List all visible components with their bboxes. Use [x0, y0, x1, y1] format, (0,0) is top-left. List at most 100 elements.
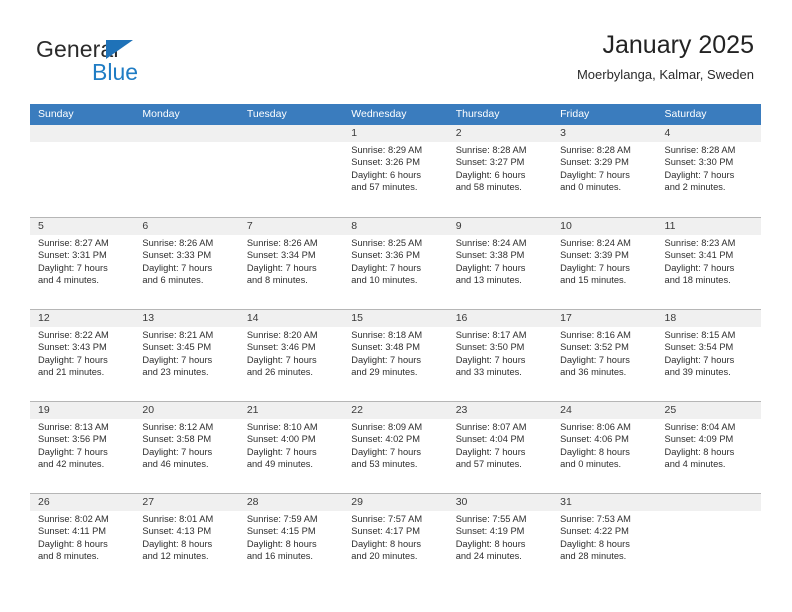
day-cell-10[interactable]: 10 Sunrise: 8:24 AM Sunset: 3:39 PM Dayligh… [552, 218, 657, 309]
day-detail-line: Sunrise: 8:13 AM [38, 422, 109, 432]
day-detail-line: and 12 minutes. [142, 550, 209, 561]
day-details: Sunrise: 8:18 AM Sunset: 3:48 PM Daylight:… [343, 327, 447, 378]
day-detail-line: Sunrise: 8:18 AM [351, 330, 423, 340]
day-cell-20[interactable]: 20 Sunrise: 8:12 AM Sunset: 3:58 PM Dayligh… [134, 402, 239, 493]
day-detail-line: Sunrise: 7:59 AM [246, 514, 318, 524]
day-detail-line: Daylight: 6 hours [455, 169, 526, 180]
day-detail-line: Daylight: 7 hours [38, 262, 108, 273]
day-detail-line: Sunrise: 8:21 AM [142, 330, 214, 340]
day-detail-line: Daylight: 7 hours [560, 169, 630, 180]
day-detail-line: Daylight: 7 hours [246, 446, 317, 457]
weekday-header-sunday: Sunday [38, 108, 74, 120]
day-cell-29[interactable]: 29 Sunrise: 7:57 AM Sunset: 4:17 PM Dayligh… [343, 494, 448, 585]
day-detail-line: Sunrise: 8:17 AM [455, 330, 527, 340]
day-detail-line: and 21 minutes. [38, 366, 105, 377]
day-cell-15[interactable]: 15 Sunrise: 8:18 AM Sunset: 3:48 PM Dayligh… [343, 310, 448, 401]
day-cell-27[interactable]: 27 Sunrise: 8:01 AM Sunset: 4:13 PM Dayligh… [134, 494, 239, 585]
weekday-header-wednesday: Wednesday [351, 108, 407, 120]
day-cell-18[interactable]: 18 Sunrise: 8:15 AM Sunset: 3:54 PM Dayligh… [656, 310, 761, 401]
day-detail-line: and 0 minutes. [560, 458, 622, 469]
day-detail-line: and 8 minutes. [246, 274, 308, 285]
day-detail-line: Daylight: 7 hours [38, 354, 108, 365]
day-cell-8[interactable]: 8 Sunrise: 8:25 AM Sunset: 3:36 PM Daylight… [343, 218, 448, 309]
day-detail-line: Sunset: 3:54 PM [664, 342, 734, 353]
day-detail-line: and 36 minutes. [560, 366, 627, 377]
day-detail-line: Sunrise: 8:26 AM [142, 238, 214, 248]
day-cell-1[interactable]: 1 Sunrise: 8:29 AM Sunset: 3:26 PM Daylight… [343, 125, 448, 217]
day-detail-line: Sunrise: 8:22 AM [38, 330, 109, 340]
day-cell-2[interactable]: 2 Sunrise: 8:28 AM Sunset: 3:27 PM Daylight… [447, 125, 553, 217]
day-detail-line: Sunset: 4:13 PM [142, 526, 212, 537]
day-cell-21[interactable]: 21 Sunrise: 8:10 AM Sunset: 4:00 PM Dayligh… [238, 402, 344, 493]
day-detail-line: and 53 minutes. [351, 458, 418, 469]
day-detail-line: Sunrise: 8:20 AM [246, 330, 318, 340]
day-cell-16[interactable]: 16 Sunrise: 8:17 AM Sunset: 3:50 PM Dayligh… [447, 310, 553, 401]
day-details: Sunrise: 8:27 AM Sunset: 3:31 PM Daylight:… [30, 235, 134, 286]
day-number: 19 [30, 402, 135, 419]
day-details: Sunrise: 8:17 AM Sunset: 3:50 PM Daylight:… [448, 327, 552, 378]
day-detail-line: Sunset: 3:45 PM [142, 342, 212, 353]
day-cell-12[interactable]: 12 Sunrise: 8:22 AM Sunset: 3:43 PM Dayligh… [30, 310, 135, 401]
day-detail-line: Sunrise: 8:28 AM [455, 145, 527, 155]
day-detail-line: Sunset: 4:19 PM [455, 526, 525, 537]
day-number [30, 125, 135, 142]
day-cell-19[interactable]: 19 Sunrise: 8:13 AM Sunset: 3:56 PM Dayligh… [30, 402, 135, 493]
day-cell-13[interactable]: 13 Sunrise: 8:21 AM Sunset: 3:45 PM Dayligh… [134, 310, 239, 401]
day-cell-28[interactable]: 28 Sunrise: 7:59 AM Sunset: 4:15 PM Dayligh… [238, 494, 344, 585]
day-detail-line: and 6 minutes. [142, 274, 204, 285]
day-detail-line: and 26 minutes. [246, 366, 313, 377]
day-number: 17 [552, 310, 657, 327]
day-detail-line: and 23 minutes. [142, 366, 209, 377]
day-cell-7[interactable]: 7 Sunrise: 8:26 AM Sunset: 3:34 PM Daylight… [238, 218, 344, 309]
day-cell-3[interactable]: 3 Sunrise: 8:28 AM Sunset: 3:29 PM Daylight… [552, 125, 657, 217]
day-detail-line: Sunset: 3:26 PM [351, 157, 420, 168]
day-detail-line: and 4 minutes. [664, 458, 726, 469]
day-detail-line: and 57 minutes. [351, 181, 418, 192]
day-number: 6 [134, 218, 239, 235]
day-details [30, 142, 134, 144]
day-number: 3 [552, 125, 657, 142]
day-number: 28 [238, 494, 344, 511]
day-detail-line: Sunrise: 8:02 AM [38, 514, 109, 524]
day-cell-26[interactable]: 26 Sunrise: 8:02 AM Sunset: 4:11 PM Dayligh… [30, 494, 135, 585]
day-detail-line: Sunset: 3:48 PM [351, 342, 420, 353]
day-details [239, 142, 343, 144]
day-detail-line: Daylight: 7 hours [664, 169, 735, 180]
day-detail-line: Sunrise: 8:06 AM [560, 422, 631, 432]
day-cell-30[interactable]: 30 Sunrise: 7:55 AM Sunset: 4:19 PM Dayligh… [447, 494, 553, 585]
day-cell-31[interactable]: 31 Sunrise: 7:53 AM Sunset: 4:22 PM Dayligh… [552, 494, 657, 585]
day-detail-line: Sunset: 3:39 PM [560, 250, 629, 261]
day-detail-line: and 4 minutes. [38, 274, 99, 285]
day-number: 22 [343, 402, 448, 419]
day-detail-line: Sunrise: 8:28 AM [560, 145, 631, 155]
day-cell-17[interactable]: 17 Sunrise: 8:16 AM Sunset: 3:52 PM Dayligh… [552, 310, 657, 401]
day-cell-24[interactable]: 24 Sunrise: 8:06 AM Sunset: 4:06 PM Dayligh… [552, 402, 657, 493]
day-detail-line: and 10 minutes. [351, 274, 418, 285]
day-details: Sunrise: 8:12 AM Sunset: 3:58 PM Daylight:… [134, 419, 238, 470]
day-cell-23[interactable]: 23 Sunrise: 8:07 AM Sunset: 4:04 PM Dayligh… [447, 402, 553, 493]
day-cell-9[interactable]: 9 Sunrise: 8:24 AM Sunset: 3:38 PM Daylight… [447, 218, 553, 309]
day-detail-line: and 2 minutes. [664, 181, 726, 192]
weekday-header-saturday: Saturday [664, 108, 707, 120]
day-detail-line: and 42 minutes. [38, 458, 105, 469]
day-detail-line: Sunset: 4:04 PM [455, 434, 525, 445]
day-cell-4[interactable]: 4 Sunrise: 8:28 AM Sunset: 3:30 PM Daylight… [656, 125, 761, 217]
day-detail-line: Sunrise: 8:25 AM [351, 238, 423, 248]
title-block: January 2025 Moerbylanga, Kalmar, Sweden [577, 30, 754, 83]
day-cell-empty [30, 125, 135, 217]
day-cell-6[interactable]: 6 Sunrise: 8:26 AM Sunset: 3:33 PM Daylight… [134, 218, 239, 309]
day-detail-line: Daylight: 7 hours [38, 446, 108, 457]
day-cell-25[interactable]: 25 Sunrise: 8:04 AM Sunset: 4:09 PM Dayligh… [656, 402, 761, 493]
day-detail-line: Daylight: 7 hours [455, 354, 526, 365]
day-number: 5 [30, 218, 135, 235]
day-detail-line: and 13 minutes. [455, 274, 522, 285]
day-details: Sunrise: 8:26 AM Sunset: 3:33 PM Daylight:… [134, 235, 238, 286]
day-detail-line: Sunset: 3:58 PM [142, 434, 212, 445]
day-cell-22[interactable]: 22 Sunrise: 8:09 AM Sunset: 4:02 PM Dayligh… [343, 402, 448, 493]
general-blue-logo[interactable]: General Blue [36, 36, 276, 86]
day-cell-5[interactable]: 5 Sunrise: 8:27 AM Sunset: 3:31 PM Daylight… [30, 218, 135, 309]
day-cell-11[interactable]: 11 Sunrise: 8:23 AM Sunset: 3:41 PM Dayligh… [656, 218, 761, 309]
day-cell-14[interactable]: 14 Sunrise: 8:20 AM Sunset: 3:46 PM Dayligh… [238, 310, 344, 401]
day-number: 21 [238, 402, 344, 419]
day-number: 31 [552, 494, 657, 511]
